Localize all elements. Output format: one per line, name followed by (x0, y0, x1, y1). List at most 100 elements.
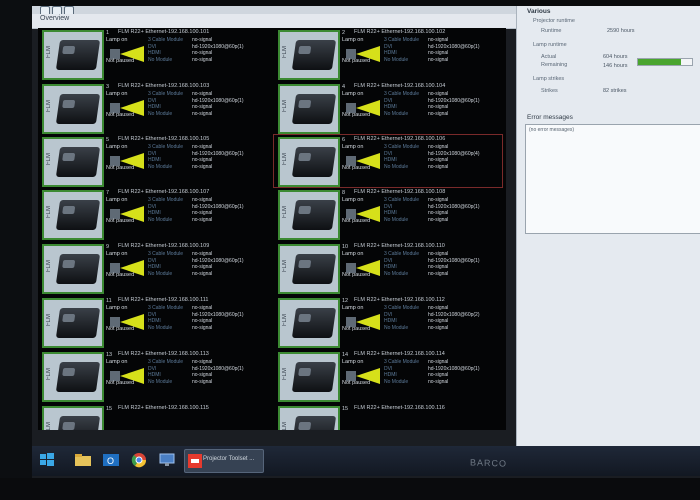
signal-value: no-signal (428, 104, 449, 111)
projector-thumbnail[interactable]: FLM (278, 406, 340, 430)
projector-tile[interactable]: FLM 5 FLM R22+ Ethernet-192.168.100.105 Lam… (38, 135, 266, 187)
projector-tile[interactable]: FLM 13 FLM R22+ Ethernet-192.168.100.113 La… (38, 350, 266, 402)
projector-thumbnail[interactable]: FLM (42, 30, 104, 80)
lamp-status: Lamp on (342, 305, 364, 311)
flm-label: FLM (46, 46, 52, 58)
projector-tile[interactable]: FLM 12 FLM R22+ Ethernet-192.168.100.112 La… (274, 296, 502, 348)
projector-tile[interactable]: FLM 8 FLM R22+ Ethernet-192.168.100.108 Lam… (274, 188, 502, 240)
projector-tile[interactable]: FLM 10 FLM R22+ Ethernet-192.168.100.110 La… (274, 242, 502, 294)
projector-number: 7 (106, 190, 110, 196)
projector-title: FLM R22+ Ethernet-192.168.100.112 (354, 297, 445, 303)
projector-thumbnail[interactable]: FLM (278, 190, 340, 240)
projector-thumbnail[interactable]: FLM (42, 352, 104, 402)
start-button[interactable] (36, 451, 58, 469)
module-list: 3 Cable Module DVI HDMI No Module (384, 37, 419, 63)
projector-thumbnail[interactable]: FLM (278, 84, 340, 134)
projector-thumbnail[interactable]: FLM (42, 190, 104, 240)
chrome-button[interactable] (128, 451, 150, 469)
module-list: 3 Cable Module DVI HDMI No Module (384, 305, 419, 331)
projector-tile[interactable]: FLM 15 FLM R22+ Ethernet-192.168.100.116 (274, 404, 502, 430)
flm-label: FLM (46, 368, 52, 380)
projector-icon (291, 40, 337, 70)
pause-status: Not paused (342, 58, 371, 64)
module-name: 3 Cable Module (384, 359, 420, 365)
outlook-button[interactable]: O (100, 451, 122, 469)
projector-tile[interactable]: FLM 3 FLM R22+ Ethernet-192.168.100.103 Lam… (38, 82, 266, 134)
projector-toolset-taskbar-item[interactable]: Projector Toolset ... (184, 449, 264, 473)
signal-value: no-signal (192, 163, 213, 170)
projector-thumbnail[interactable]: FLM (42, 84, 104, 134)
signal-list: no-signal hd-1920x1080@60p(2) no-signal no-… (428, 305, 480, 331)
module-name: No Module (384, 56, 409, 63)
strikes-value: 82 strikes (603, 88, 627, 94)
signal-value: no-signal (192, 110, 213, 117)
overview-tab[interactable]: Overview (40, 15, 69, 22)
folder-icon (75, 454, 91, 466)
flm-label: FLM (46, 260, 52, 272)
module-name: No Module (148, 270, 173, 277)
signal-list: no-signal hd-1920x1080@60p(1) no-signal no-… (192, 305, 244, 331)
signal-list: no-signal hd-1920x1080@60p(1) no-signal no-… (192, 144, 244, 170)
module-name: 3 Cable Module (384, 305, 420, 311)
projector-icon (55, 416, 101, 430)
projector-icon (55, 254, 101, 284)
module-name: No Module (384, 324, 409, 331)
signal-value: no-signal (428, 318, 449, 325)
error-messages-box[interactable]: (no error messages) (525, 124, 700, 234)
module-list: 3 Cable Module DVI HDMI No Module (384, 359, 419, 385)
projector-thumbnail[interactable]: FLM (278, 30, 340, 80)
projector-tile[interactable]: FLM 7 FLM R22+ Ethernet-192.168.100.107 Lam… (38, 188, 266, 240)
flm-label: FLM (282, 368, 288, 380)
projector-thumbnail[interactable]: FLM (42, 137, 104, 187)
signal-value: no-signal (192, 318, 213, 325)
projector-thumbnail[interactable]: FLM (278, 298, 340, 348)
projector-number: 6 (342, 137, 346, 143)
bezel-bottom (0, 478, 700, 500)
module-list: 3 Cable Module DVI HDMI No Module (148, 359, 183, 385)
projector-title: FLM R22+ Ethernet-192.168.100.102 (354, 29, 446, 35)
signal-value: hd-1920x1080@60p(1) (192, 365, 244, 372)
lamp-status: Lamp on (106, 359, 128, 365)
signal-value: no-signal (428, 91, 449, 97)
projector-tile[interactable]: FLM 9 FLM R22+ Ethernet-192.168.100.109 Lam… (38, 242, 266, 294)
projector-title: FLM R22+ Ethernet-192.168.100.107 (118, 189, 210, 195)
pause-status: Not paused (106, 112, 135, 118)
projector-tile[interactable]: FLM 1 FLM R22+ Ethernet-192.168.100.101 Lam… (38, 28, 266, 80)
projector-tile[interactable]: FLM 14 FLM R22+ Ethernet-192.168.100.114 La… (274, 350, 502, 402)
signal-value: no-signal (192, 144, 213, 150)
pause-status: Not paused (342, 380, 371, 386)
remote-desktop-button[interactable] (156, 451, 178, 469)
projector-tile[interactable]: FLM 4 FLM R22+ Ethernet-192.168.100.104 Lam… (274, 82, 502, 134)
projector-thumbnail[interactable]: FLM (42, 406, 104, 430)
module-name: DVI (384, 365, 393, 372)
module-name: 3 Cable Module (384, 251, 420, 257)
signal-value: hd-1920x1080@60p(1) (192, 43, 244, 50)
module-name: No Module (148, 378, 173, 385)
actual-value: 604 hours (603, 54, 628, 60)
signal-value: no-signal (192, 324, 213, 331)
module-list: 3 Cable Module DVI HDMI No Module (148, 251, 183, 277)
lamp-status: Lamp on (342, 91, 364, 97)
projector-thumbnail[interactable]: FLM (42, 298, 104, 348)
lamp-status: Lamp on (342, 251, 364, 257)
module-name: DVI (384, 43, 393, 50)
projector-thumbnail[interactable]: FLM (42, 244, 104, 294)
file-explorer-button[interactable] (72, 451, 94, 469)
module-name: DVI (148, 365, 157, 372)
signal-value: no-signal (428, 110, 449, 117)
projector-tile[interactable]: FLM 6 FLM R22+ Ethernet-192.168.100.106 Lam… (273, 134, 503, 188)
projector-tile[interactable]: FLM 15 FLM R22+ Ethernet-192.168.100.115 (38, 404, 266, 430)
module-list: 3 Cable Module DVI HDMI No Module (384, 251, 419, 277)
actual-label: Actual (541, 54, 557, 60)
projector-thumbnail[interactable]: FLM (278, 137, 340, 187)
projector-tile[interactable]: FLM 2 FLM R22+ Ethernet-192.168.100.102 Lam… (274, 28, 502, 80)
pause-status: Not paused (106, 165, 135, 171)
projector-thumbnail[interactable]: FLM (278, 244, 340, 294)
module-name: 3 Cable Module (384, 197, 420, 203)
various-title: Various (527, 8, 551, 15)
signal-value: hd-1920x1080@60p(1) (192, 257, 244, 264)
projector-tile[interactable]: FLM 11 FLM R22+ Ethernet-192.168.100.111 La… (38, 296, 266, 348)
projector-icon (291, 308, 337, 338)
projector-thumbnail[interactable]: FLM (278, 352, 340, 402)
module-name: No Module (148, 56, 173, 63)
